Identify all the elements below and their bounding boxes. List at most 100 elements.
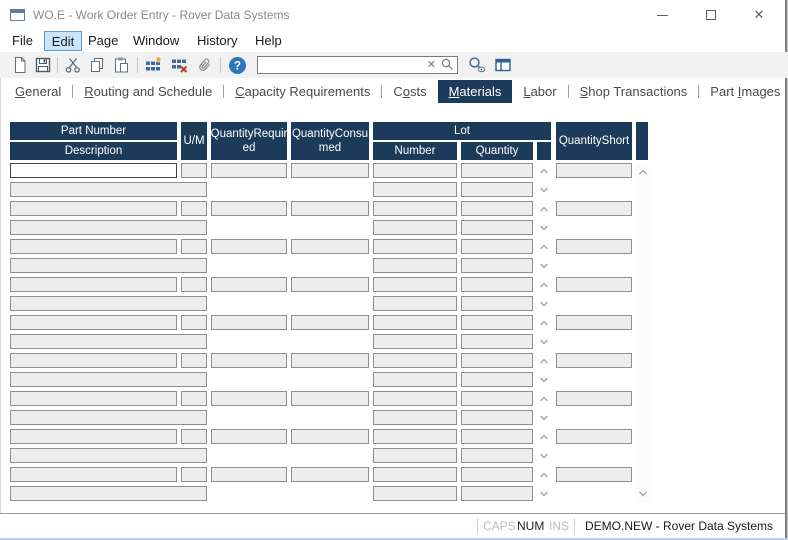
lot-quantity-input[interactable] — [461, 296, 533, 311]
lot-number-input[interactable] — [373, 486, 457, 501]
description-input[interactable] — [10, 372, 207, 387]
lot-scroll-up-button[interactable] — [537, 203, 551, 215]
lot-quantity-input[interactable] — [461, 391, 533, 406]
lot-scroll-down-button[interactable] — [537, 260, 551, 272]
quantity-short-input[interactable] — [556, 277, 632, 292]
lot-quantity-input[interactable] — [461, 334, 533, 349]
lot-number-input[interactable] — [373, 277, 457, 292]
quantity-short-input[interactable] — [556, 163, 632, 178]
scroll-up-button[interactable] — [636, 165, 649, 179]
quantity-consumed-input[interactable] — [291, 353, 369, 368]
layout-button[interactable] — [493, 55, 513, 75]
lot-quantity-input[interactable] — [461, 410, 533, 425]
lot-number-input[interactable] — [373, 182, 457, 197]
lot-number-input[interactable] — [373, 372, 457, 387]
lot-quantity-input[interactable] — [461, 486, 533, 501]
quantity-required-input[interactable] — [211, 391, 287, 406]
description-input[interactable] — [10, 220, 207, 235]
um-input[interactable] — [181, 163, 207, 178]
lot-number-input[interactable] — [373, 448, 457, 463]
attachment-button[interactable] — [195, 55, 215, 75]
lot-quantity-input[interactable] — [461, 315, 533, 330]
quantity-required-input[interactable] — [211, 353, 287, 368]
part-number-input[interactable] — [10, 391, 177, 406]
quantity-consumed-input[interactable] — [291, 201, 369, 216]
lot-scroll-down-button[interactable] — [537, 450, 551, 462]
tab-labor[interactable]: Labor — [512, 80, 567, 103]
search-icon[interactable] — [440, 57, 455, 77]
part-number-input[interactable] — [10, 315, 177, 330]
save-button[interactable] — [33, 55, 53, 75]
description-input[interactable] — [10, 182, 207, 197]
um-input[interactable] — [181, 353, 207, 368]
lot-scroll-up-button[interactable] — [537, 165, 551, 177]
minimize-button[interactable] — [638, 0, 686, 30]
lot-scroll-up-button[interactable] — [537, 241, 551, 253]
part-number-input[interactable] — [10, 467, 177, 482]
lot-number-input[interactable] — [373, 429, 457, 444]
quantity-required-input[interactable] — [211, 239, 287, 254]
menu-history[interactable]: History — [197, 31, 237, 51]
um-input[interactable] — [181, 277, 207, 292]
clear-icon[interactable]: ✕ — [427, 58, 436, 71]
lot-scroll-up-button[interactable] — [537, 279, 551, 291]
tab-shop-transactions[interactable]: Shop Transactions — [569, 80, 699, 103]
lot-quantity-input[interactable] — [461, 429, 533, 444]
find-record-button[interactable] — [467, 55, 487, 75]
lot-quantity-input[interactable] — [461, 448, 533, 463]
um-input[interactable] — [181, 239, 207, 254]
lot-number-input[interactable] — [373, 315, 457, 330]
part-number-input[interactable] — [10, 429, 177, 444]
lot-quantity-input[interactable] — [461, 353, 533, 368]
quantity-required-input[interactable] — [211, 429, 287, 444]
quantity-short-input[interactable] — [556, 467, 632, 482]
title-bar[interactable]: WO.E - Work Order Entry - Rover Data Sys… — [0, 0, 785, 30]
quantity-short-input[interactable] — [556, 429, 632, 444]
part-number-input[interactable] — [10, 353, 177, 368]
lot-scroll-down-button[interactable] — [537, 336, 551, 348]
description-input[interactable] — [10, 448, 207, 463]
quantity-required-input[interactable] — [211, 315, 287, 330]
cut-button[interactable] — [63, 55, 83, 75]
quantity-short-input[interactable] — [556, 315, 632, 330]
lot-quantity-input[interactable] — [461, 201, 533, 216]
description-input[interactable] — [10, 486, 207, 501]
grid-scrollbar[interactable] — [636, 163, 649, 503]
menu-window[interactable]: Window — [133, 31, 179, 51]
description-input[interactable] — [10, 410, 207, 425]
lot-number-input[interactable] — [373, 391, 457, 406]
delete-row-button[interactable] — [169, 55, 189, 75]
paste-button[interactable] — [111, 55, 131, 75]
tab-routing-and-schedule[interactable]: Routing and Schedule — [73, 80, 223, 103]
lot-scroll-down-button[interactable] — [537, 488, 551, 500]
um-input[interactable] — [181, 467, 207, 482]
menu-file[interactable]: File — [12, 31, 33, 51]
lot-scroll-down-button[interactable] — [537, 222, 551, 234]
lot-quantity-input[interactable] — [461, 220, 533, 235]
help-button[interactable]: ? — [227, 55, 247, 75]
lot-scroll-down-button[interactable] — [537, 298, 551, 310]
close-button[interactable]: ✕ — [735, 0, 783, 30]
lot-scroll-up-button[interactable] — [537, 431, 551, 443]
lot-quantity-input[interactable] — [461, 182, 533, 197]
new-document-button[interactable] — [10, 55, 30, 75]
um-input[interactable] — [181, 201, 207, 216]
lot-number-input[interactable] — [373, 467, 457, 482]
um-input[interactable] — [181, 315, 207, 330]
lot-quantity-input[interactable] — [461, 258, 533, 273]
lot-scroll-down-button[interactable] — [537, 412, 551, 424]
lot-quantity-input[interactable] — [461, 239, 533, 254]
quantity-required-input[interactable] — [211, 277, 287, 292]
lot-scroll-down-button[interactable] — [537, 184, 551, 196]
menu-edit[interactable]: Edit — [44, 31, 82, 51]
quantity-consumed-input[interactable] — [291, 315, 369, 330]
menu-page[interactable]: Page — [88, 31, 118, 51]
lot-number-input[interactable] — [373, 201, 457, 216]
part-number-input[interactable] — [10, 201, 177, 216]
lot-number-input[interactable] — [373, 334, 457, 349]
lot-scroll-up-button[interactable] — [537, 355, 551, 367]
quantity-required-input[interactable] — [211, 201, 287, 216]
quantity-consumed-input[interactable] — [291, 163, 369, 178]
um-input[interactable] — [181, 391, 207, 406]
quantity-consumed-input[interactable] — [291, 277, 369, 292]
